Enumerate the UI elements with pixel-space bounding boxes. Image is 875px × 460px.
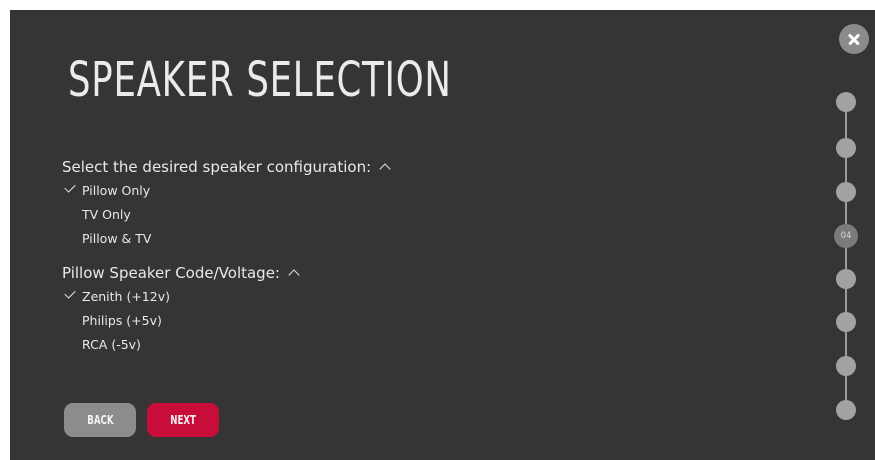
progress-step-8 <box>836 400 856 420</box>
option-label: Philips (+5v) <box>82 313 162 328</box>
setup-dialog: SPEAKER SELECTION Select the desired spe… <box>10 10 875 460</box>
close-icon[interactable] <box>839 24 869 54</box>
option-pillow-only[interactable]: Pillow Only <box>64 181 151 198</box>
speaker-configuration-header[interactable]: Select the desired speaker configuration… <box>62 158 391 176</box>
chevron-up-icon <box>288 269 300 281</box>
progress-step-5 <box>836 269 856 289</box>
check-icon <box>64 181 76 193</box>
progress-step-6 <box>836 312 856 332</box>
check-icon <box>64 287 76 299</box>
page-title: SPEAKER SELECTION <box>68 52 452 108</box>
option-label: TV Only <box>82 207 131 222</box>
back-button[interactable]: BACK <box>64 403 136 437</box>
speaker-configuration-label: Select the desired speaker configuration… <box>62 158 372 176</box>
pillow-speaker-code-label: Pillow Speaker Code/Voltage: <box>62 264 280 282</box>
option-label: Pillow & TV <box>82 231 152 246</box>
option-label: RCA (-5v) <box>82 337 141 352</box>
next-button[interactable]: NEXT <box>147 403 219 437</box>
progress-step-2 <box>836 138 856 158</box>
option-pillow-and-tv[interactable]: Pillow & TV <box>82 231 151 246</box>
progress-step-1 <box>836 92 856 112</box>
option-zenith[interactable]: Zenith (+12v) <box>64 287 170 304</box>
option-rca[interactable]: RCA (-5v) <box>82 337 141 352</box>
pillow-speaker-code-header[interactable]: Pillow Speaker Code/Voltage: <box>62 264 300 282</box>
option-label: Zenith (+12v) <box>82 289 170 304</box>
option-label: Pillow Only <box>82 183 151 198</box>
progress-step-7 <box>836 356 856 376</box>
chevron-up-icon <box>379 163 391 175</box>
option-philips[interactable]: Philips (+5v) <box>82 313 162 328</box>
option-tv-only[interactable]: TV Only <box>82 207 131 222</box>
progress-step-current: 04 <box>834 224 858 248</box>
progress-step-3 <box>836 182 856 202</box>
